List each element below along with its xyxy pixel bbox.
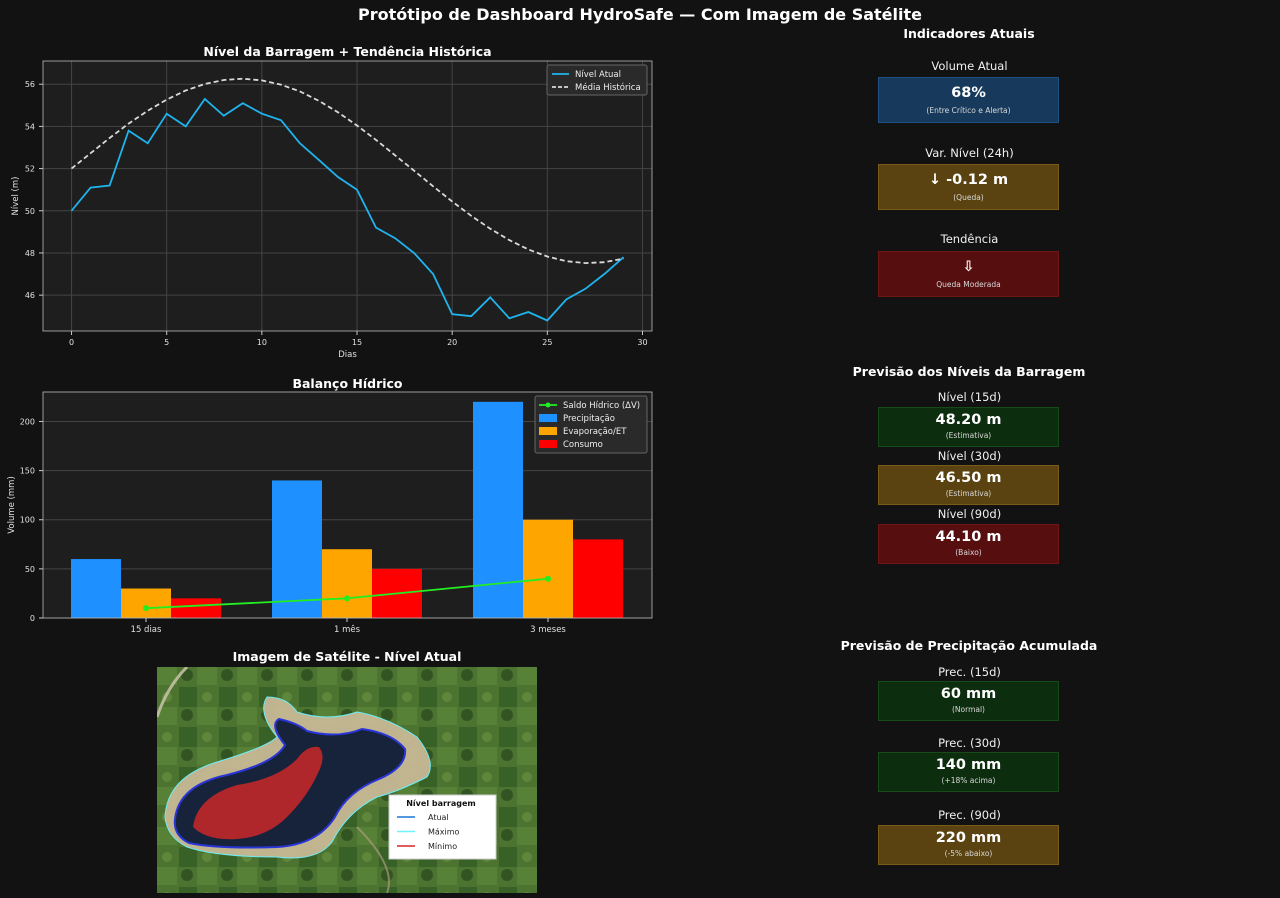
x-tick-label: 15 dias (131, 625, 162, 635)
indicator-variation-value: ↓ -0.12 m (928, 172, 1009, 188)
level-30d-note: (Estimativa) (945, 489, 992, 498)
satellite-title: Imagem de Satélite - Nível Atual (232, 649, 462, 664)
x-tick-label: 20 (447, 338, 457, 347)
precip-forecast-title: Previsão de Precipitação Acumulada (840, 638, 1098, 653)
indicator-variation-note: (Queda) (953, 193, 984, 202)
satellite-legend: Nível barragem Atual Máximo Mínimo (388, 794, 497, 860)
level-90d-value: 44.10 m (935, 529, 1002, 545)
precip-15d-card: 60 mm (Normal) (878, 681, 1059, 721)
indicator-variation-card: ↓ -0.12 m (Queda) (878, 164, 1059, 210)
legend-label: Precipitação (563, 414, 615, 424)
y-tick-label: 48 (25, 249, 35, 258)
x-tick-label: 1 mês (334, 624, 361, 635)
y-tick-label: 200 (20, 417, 35, 426)
level-30d-label: Nível (30d) (937, 449, 1002, 463)
level-15d-card: 48.20 m (Estimativa) (878, 407, 1059, 447)
y-tick-label: 100 (20, 516, 35, 525)
sat-legend-label: Máximo (428, 828, 460, 837)
x-tick-label: 30 (637, 338, 647, 347)
precip-90d-value: 220 mm (935, 830, 1002, 846)
y-tick-label: 56 (25, 80, 35, 89)
satellite-image: Nível barragem Atual Máximo Mínimo (157, 667, 537, 893)
precip-30d-note: (+18% acima) (941, 776, 996, 785)
level-90d-label: Nível (90d) (937, 507, 1002, 521)
indicator-volume-card: 68% (Entre Crítico e Alerta) (878, 77, 1059, 123)
precip-15d-value: 60 mm (940, 686, 997, 702)
x-tick-label: 5 (164, 338, 169, 347)
indicator-volume-label: Volume Atual (931, 59, 1008, 73)
y-axis-label: Nível (m) (11, 177, 21, 216)
indicator-variation-label: Var. Nível (24h) (925, 146, 1014, 160)
bar-2-2 (573, 539, 623, 618)
indicator-trend-note: Queda Moderada (936, 280, 1001, 289)
precip-15d-label: Prec. (15d) (938, 665, 1001, 679)
line-plot-area (43, 61, 652, 331)
x-tick-label: 15 (352, 338, 362, 347)
y-tick-label: 0 (30, 614, 35, 623)
y-tick-label: 54 (25, 122, 35, 131)
sat-legend-label: Atual (428, 813, 449, 822)
bar-chart: 0 50 100 150 200 15 dias 1 mês 3 meses Volume (m… (7, 391, 653, 635)
precip-90d-card: 220 mm (-5% abaixo) (878, 825, 1059, 865)
indicator-volume-note: (Entre Crítico e Alerta) (926, 106, 1011, 115)
x-axis-label: Dias (338, 350, 357, 360)
y-axis-label: Volume (mm) (7, 476, 17, 534)
saldo-hidrico-point (545, 575, 551, 582)
level-forecast-title: Previsão dos Níveis da Barragem (852, 364, 1086, 379)
y-tick-label: 52 (25, 165, 35, 174)
bar-1-0 (121, 588, 171, 618)
x-tick-label: 10 (257, 338, 267, 347)
bar-0-1 (272, 480, 322, 618)
indicator-trend-label: Tendência (940, 232, 999, 246)
precip-15d-note: (Normal) (952, 705, 985, 714)
line-chart: 0 5 10 15 20 25 30 46 48 50 52 54 56 Dias Nível (m) Nív… (11, 60, 653, 360)
legend-label: Consumo (563, 440, 603, 450)
x-tick-label: 0 (69, 338, 74, 347)
legend-swatch (539, 427, 557, 435)
level-15d-note: (Estimativa) (945, 431, 992, 440)
indicator-trend-card: ⇩ Queda Moderada (878, 251, 1059, 297)
x-tick-label: 3 meses (530, 625, 566, 635)
y-tick-label: 50 (25, 207, 35, 216)
saldo-hidrico-point (344, 595, 350, 602)
precip-30d-label: Prec. (30d) (938, 736, 1001, 750)
level-90d-note: (Baixo) (955, 548, 982, 557)
level-15d-value: 48.20 m (935, 412, 1002, 428)
bar-1-2 (523, 519, 573, 618)
saldo-hidrico-point (143, 605, 149, 612)
legend-label: Nível Atual (575, 70, 621, 80)
bar-0-0 (71, 559, 121, 618)
precip-90d-label: Prec. (90d) (938, 808, 1001, 822)
level-30d-card: 46.50 m (Estimativa) (878, 465, 1059, 505)
y-tick-label: 46 (25, 291, 35, 300)
legend-label: Evaporação/ET (563, 427, 627, 437)
legend-label: Saldo Hídrico (ΔV) (563, 401, 640, 411)
precip-30d-card: 140 mm (+18% acima) (878, 752, 1059, 792)
sat-legend-label: Mínimo (428, 842, 457, 851)
y-tick-label: 150 (20, 467, 35, 476)
svg-text:Nível barragem: Nível barragem (406, 799, 476, 808)
y-tick-label: 50 (25, 565, 35, 574)
precip-30d-value: 140 mm (935, 757, 1002, 773)
x-tick-label: 25 (542, 338, 552, 347)
bar-2-0 (171, 598, 221, 618)
legend-swatch (539, 440, 557, 448)
level-30d-value: 46.50 m (935, 470, 1002, 486)
trend-down-arrow-icon: ⇩ (962, 259, 975, 275)
legend-swatch-marker (545, 402, 551, 408)
precip-90d-note: (-5% abaixo) (944, 849, 993, 858)
level-15d-label: Nível (15d) (937, 390, 1002, 404)
legend-label: Média Histórica (575, 82, 641, 93)
indicators-title: Indicadores Atuais (903, 26, 1035, 41)
legend-swatch (539, 414, 557, 422)
bar-1-1 (322, 549, 372, 618)
indicator-volume-value: 68% (951, 85, 986, 101)
level-90d-card: 44.10 m (Baixo) (878, 524, 1059, 564)
